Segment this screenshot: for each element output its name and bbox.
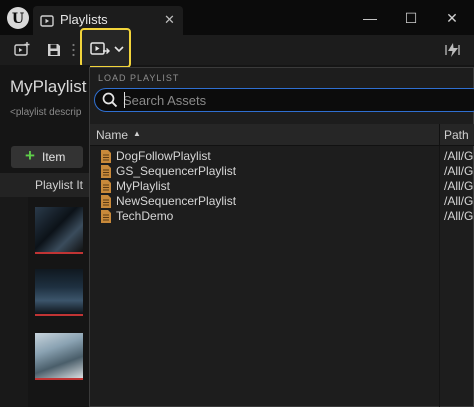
playlist-panel: MyPlaylist <playlist descrip + Item Play… (0, 65, 90, 407)
list-item[interactable]: DogFollowPlaylist /All/G (90, 149, 474, 164)
load-playlist-button[interactable] (80, 28, 131, 68)
title-bar: U Playlists ✕ — ☐ ✕ (0, 0, 474, 35)
asset-name: NewSequencerPlaylist (116, 194, 237, 208)
add-item-label: Item (42, 150, 66, 164)
playlist-items-header: Playlist It (0, 173, 90, 197)
asset-path: /All/G (444, 149, 474, 163)
save-icon[interactable] (45, 41, 63, 59)
toolbar-drag-handle (72, 43, 75, 57)
unreal-logo-icon: U (6, 6, 30, 30)
item-thumbnail[interactable] (35, 333, 83, 380)
list-item[interactable]: MyPlaylist /All/G (90, 179, 474, 194)
text-cursor (124, 92, 125, 108)
asset-list-header: Name ▲ Path (90, 124, 474, 146)
column-header-path[interactable]: Path (444, 128, 469, 142)
item-thumbnail[interactable] (35, 207, 83, 254)
load-playlist-icon (90, 40, 124, 58)
column-header-name[interactable]: Name (96, 128, 128, 142)
maximize-icon[interactable]: ☐ (401, 8, 421, 28)
search-icon (102, 92, 118, 108)
search-box[interactable] (94, 88, 474, 112)
playlist-items-column-label: Playlist It (35, 178, 84, 192)
asset-path: /All/G (444, 179, 474, 193)
sort-ascending-icon: ▲ (133, 129, 141, 138)
asset-name: GS_SequencerPlaylist (116, 164, 237, 178)
asset-name: DogFollowPlaylist (116, 149, 211, 163)
plus-icon: + (25, 146, 35, 165)
asset-path: /All/G (444, 209, 474, 223)
asset-path: /All/G (444, 164, 474, 178)
row-gutter (0, 197, 28, 407)
playlist-title: MyPlaylist (10, 77, 87, 96)
asset-path: /All/G (444, 194, 474, 208)
add-item-button[interactable]: + Item (11, 146, 83, 168)
load-playlist-dropdown: LOAD PLAYLIST Name ▲ Path DogFollowPlayl… (89, 67, 474, 407)
playlist-asset-icon (101, 180, 111, 193)
search-input[interactable] (123, 92, 463, 108)
tab-label: Playlists (60, 12, 108, 27)
playlist-asset-icon (101, 150, 111, 163)
playlist-asset-icon (101, 210, 111, 223)
new-playlist-icon[interactable] (13, 41, 31, 59)
playlist-asset-icon (101, 195, 111, 208)
chevron-down-icon (114, 46, 124, 53)
svg-text:U: U (12, 11, 24, 27)
editor-window: U Playlists ✕ — ☐ ✕ MyPlaylist <playlist… (0, 0, 474, 407)
list-item[interactable]: NewSequencerPlaylist /All/G (90, 194, 474, 209)
playlist-tab-icon (40, 14, 54, 28)
asset-name: TechDemo (116, 209, 174, 223)
list-item[interactable]: GS_SequencerPlaylist /All/G (90, 164, 474, 179)
close-icon[interactable]: ✕ (442, 8, 462, 28)
playlist-description[interactable]: <playlist descrip (10, 107, 81, 118)
tab-close-icon[interactable]: ✕ (164, 12, 175, 28)
sequencer-icon[interactable] (444, 41, 462, 59)
column-divider[interactable] (439, 124, 440, 146)
playlist-asset-icon (101, 165, 111, 178)
dropdown-heading: LOAD PLAYLIST (98, 73, 180, 83)
toolbar (0, 35, 474, 65)
asset-name: MyPlaylist (116, 179, 171, 193)
list-item[interactable]: TechDemo /All/G (90, 209, 474, 224)
item-thumbnail[interactable] (35, 269, 83, 316)
minimize-icon[interactable]: — (360, 8, 380, 28)
